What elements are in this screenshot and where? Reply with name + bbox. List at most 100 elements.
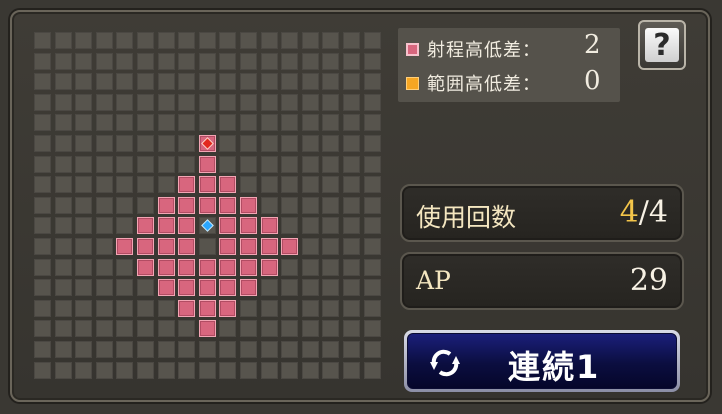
help-button[interactable]: ? [638,20,686,70]
combo-button[interactable]: 連続1 [404,330,680,392]
range-cell [219,197,236,214]
grid-cell [34,53,51,70]
target-cell [199,135,216,152]
grid-cell [281,341,298,358]
grid-cell [364,320,381,337]
range-cell [199,279,216,296]
grid-cell [34,197,51,214]
grid-cell [96,114,113,131]
grid-cell [158,53,175,70]
target-marker-icon [202,138,213,149]
range-cell [178,279,195,296]
range-cell [158,259,175,276]
range-cell [178,259,195,276]
grid-cell [302,94,319,111]
grid-cell [343,176,360,193]
grid-cell [281,362,298,379]
grid-cell [96,135,113,152]
grid-cell [343,217,360,234]
range-cell [158,238,175,255]
grid-cell [302,300,319,317]
grid-cell [116,279,133,296]
grid-cell [322,362,339,379]
grid-cell [281,73,298,90]
grid-cell [322,238,339,255]
grid-cell [34,176,51,193]
ap-label: AP [416,266,451,295]
grid-cell [240,176,257,193]
grid-cell [261,135,278,152]
grid-cell [364,217,381,234]
range-cell [240,197,257,214]
range-cell [137,259,154,276]
grid-cell [34,94,51,111]
grid-cell [116,32,133,49]
grid-cell [116,135,133,152]
grid-cell [137,320,154,337]
grid-cell [219,341,236,358]
grid-cell [281,135,298,152]
range-cell [199,320,216,337]
grid-cell [75,238,92,255]
range-cell [240,259,257,276]
grid-cell [178,362,195,379]
grid-cell [302,32,319,49]
grid-cell [96,341,113,358]
grid-cell [96,53,113,70]
grid-cell [55,197,72,214]
range-cell [178,300,195,317]
grid-cell [322,279,339,296]
grid-cell [116,362,133,379]
grid-cell [158,135,175,152]
range-height-row: 射程高低差： [406,34,541,64]
range-cell [219,176,236,193]
grid-cell [75,320,92,337]
grid-cell [158,114,175,131]
grid-cell [240,53,257,70]
grid-cell [322,32,339,49]
grid-cell [343,341,360,358]
grid-cell [343,73,360,90]
grid-cell [116,259,133,276]
grid-cell [137,73,154,90]
grid-cell [219,156,236,173]
grid-cell [55,53,72,70]
grid-cell [281,197,298,214]
grid-cell [178,156,195,173]
grid-cell [96,238,113,255]
grid-cell [219,114,236,131]
grid-cell [178,94,195,111]
grid-cell [34,32,51,49]
grid-cell [240,94,257,111]
grid-cell [116,94,133,111]
grid-cell [158,94,175,111]
range-cell [158,197,175,214]
help-book-icon: ? [645,28,679,63]
grid-cell [116,341,133,358]
grid-cell [240,32,257,49]
uses-panel: 使用回数 4/4 [400,184,684,242]
grid-cell [364,114,381,131]
grid-cell [116,300,133,317]
range-cell [261,259,278,276]
grid-cell [199,362,216,379]
grid-cell [96,32,113,49]
grid-cell [343,135,360,152]
grid-cell [240,362,257,379]
grid-cell [137,176,154,193]
uses-value: 4/4 [620,195,668,230]
grid-cell [34,341,51,358]
grid-cell [55,135,72,152]
grid-cell [343,300,360,317]
grid-cell [75,259,92,276]
grid-cell [75,156,92,173]
range-cell [178,217,195,234]
grid-cell [178,114,195,131]
grid-cell [137,53,154,70]
grid-cell [343,114,360,131]
grid-cell [219,362,236,379]
grid-cell [240,320,257,337]
grid-cell [158,300,175,317]
grid-cell [364,53,381,70]
grid-cell [219,135,236,152]
